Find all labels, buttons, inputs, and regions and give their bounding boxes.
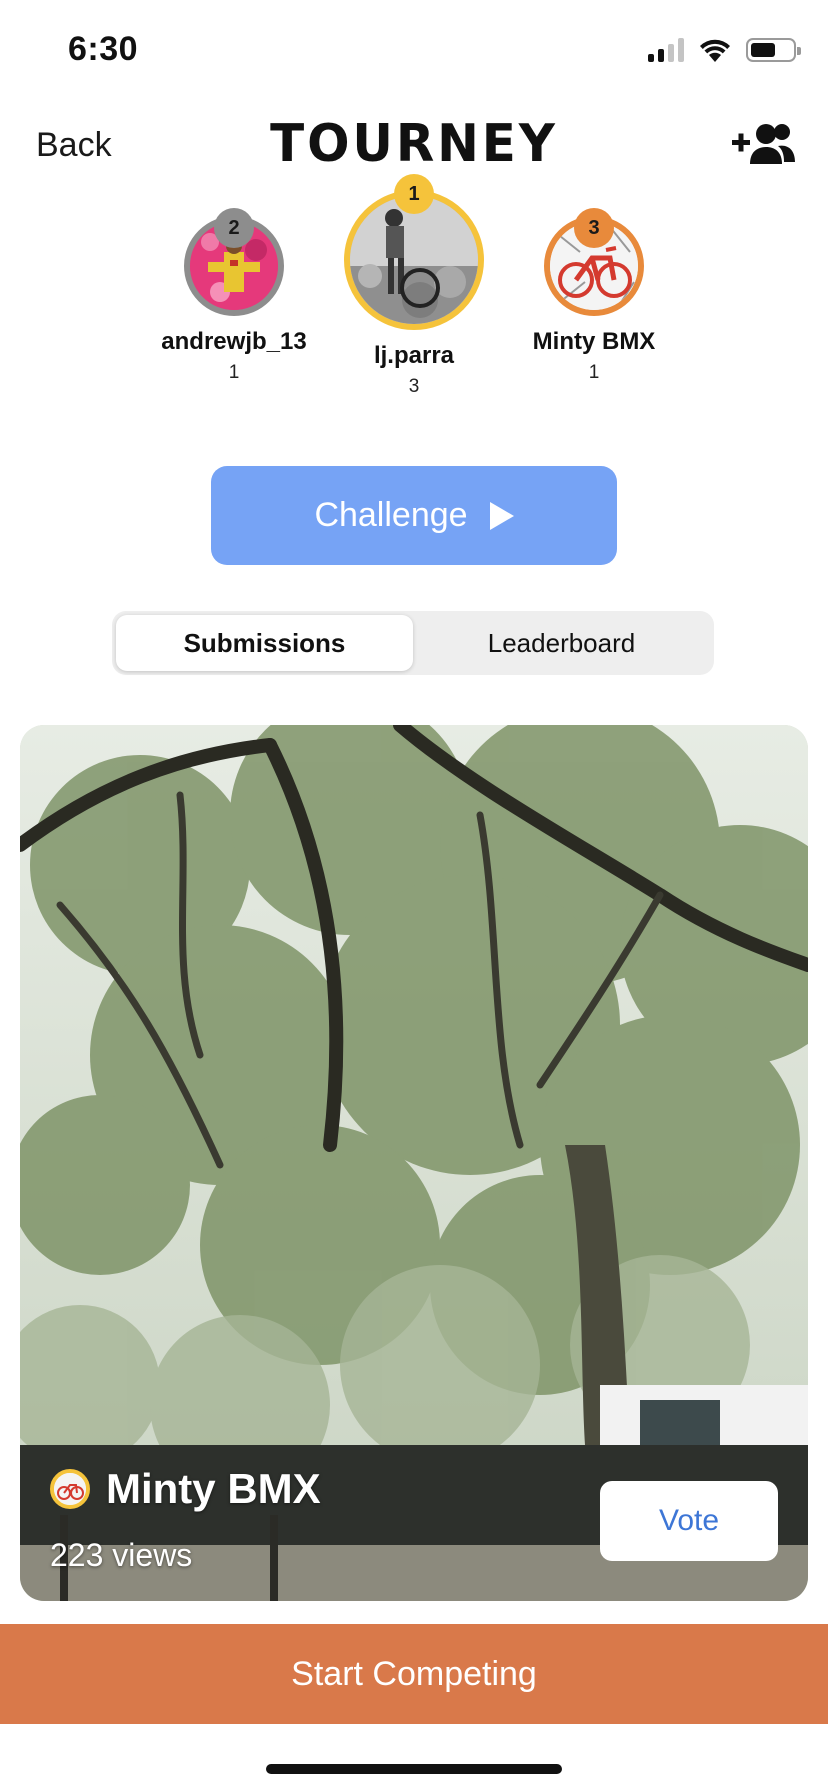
podium-entry-rank-1[interactable]: 1 lj.parra 3 — [314, 174, 514, 398]
vote-button[interactable]: Vote — [600, 1481, 778, 1561]
status-icons — [648, 36, 801, 64]
podium-username: andrewjb_13 — [161, 328, 307, 355]
podium-entry-rank-2[interactable]: 2 andrewjb_13 1 — [154, 208, 314, 384]
rank-badge: 1 — [394, 174, 434, 214]
podium-entry-rank-3[interactable]: 3 Minty BMX 1 — [514, 208, 674, 384]
submitter-name: Minty BMX — [106, 1465, 321, 1512]
tourney-screen: 6:30 Back TOURNEY 2 andrewjb_13 1 1 lj.p… — [0, 0, 828, 1792]
segmented-control: Submissions Leaderboard — [112, 611, 714, 675]
podium-username: Minty BMX — [532, 328, 656, 355]
add-user-icon — [732, 124, 795, 164]
status-time: 6:30 — [68, 30, 139, 68]
rank-badge: 2 — [214, 208, 254, 248]
podium-username: lj.parra — [373, 342, 455, 369]
submission-footer: Minty BMX 223 views Vote — [20, 1451, 808, 1601]
cellular-signal-icon — [648, 38, 684, 62]
home-indicator[interactable] — [266, 1764, 562, 1774]
avatar — [50, 1469, 90, 1509]
status-bar: 6:30 — [0, 0, 828, 100]
challenge-button[interactable]: Challenge — [211, 466, 617, 565]
podium-score: 1 — [228, 362, 240, 383]
wifi-icon — [700, 39, 730, 62]
tab-leaderboard[interactable]: Leaderboard — [413, 615, 710, 671]
podium: 2 andrewjb_13 1 1 lj.parra 3 3 Minty BMX… — [0, 174, 828, 430]
podium-score: 1 — [588, 362, 600, 383]
views-count: 223 views — [50, 1537, 193, 1573]
tab-submissions[interactable]: Submissions — [116, 615, 413, 671]
page-title: TOURNEY — [270, 114, 558, 174]
rank-badge: 3 — [574, 208, 614, 248]
start-competing-button[interactable]: Start Competing — [0, 1624, 828, 1724]
challenge-label: Challenge — [314, 496, 468, 534]
add-user-button[interactable] — [732, 122, 796, 166]
battery-icon — [746, 38, 801, 62]
podium-score: 3 — [408, 376, 420, 397]
submission-card[interactable]: Minty BMX 223 views Vote — [20, 725, 808, 1601]
submitter-row[interactable]: Minty BMX — [50, 1465, 321, 1513]
play-icon — [489, 501, 514, 530]
